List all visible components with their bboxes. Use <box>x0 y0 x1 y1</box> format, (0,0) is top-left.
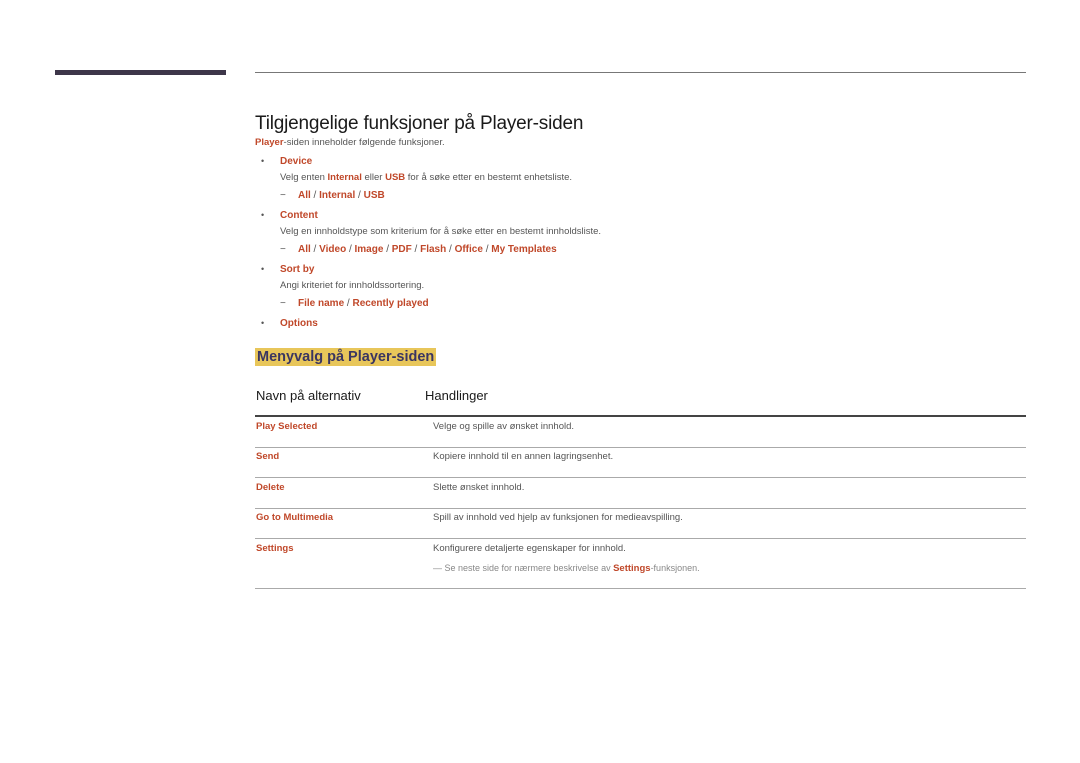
separator: / <box>383 244 392 255</box>
settings-note: — Se neste side for nærmere beskrivelse … <box>433 563 700 574</box>
option: File name <box>298 298 345 309</box>
column-header-actions: Handlinger <box>425 388 488 403</box>
option-name: Send <box>256 451 280 462</box>
desc-highlight: Internal <box>327 172 362 183</box>
section-heading: Menyvalg på Player-siden <box>255 348 437 366</box>
separator: / <box>310 190 320 201</box>
option: PDF <box>391 244 412 255</box>
desc-text: Velg enten <box>280 172 328 183</box>
option: My Templates <box>491 244 557 255</box>
option-name: Play Selected <box>256 421 318 432</box>
option: Recently played <box>352 298 429 309</box>
top-divider <box>255 72 1026 73</box>
intro-rest: -siden inneholder følgende funksjoner. <box>283 137 445 148</box>
intro-text: Player-siden inneholder følgende funksjo… <box>255 137 445 148</box>
intro-highlight: Player <box>255 137 284 148</box>
option-action: Konfigurere detaljerte egenskaper for in… <box>433 543 626 554</box>
option-action: Spill av innhold ved hjelp av funksjonen… <box>433 512 683 523</box>
content-options: − All / Video / Image / PDF / Flash / Off… <box>280 244 557 255</box>
column-header-name: Navn på alternativ <box>256 388 361 403</box>
bullet-label: Sort by <box>280 264 315 275</box>
bullet-icon: • <box>261 318 265 328</box>
desc-text: for å søke etter en bestemt enhetsliste. <box>405 172 573 183</box>
row-divider <box>255 508 1026 509</box>
option: Office <box>454 244 483 255</box>
dash-icon: − <box>280 244 286 255</box>
option-name: Settings <box>256 543 294 554</box>
option: All <box>298 190 311 201</box>
bullet-icon: • <box>261 264 265 274</box>
option: All <box>298 244 311 255</box>
bullet-label: Device <box>280 156 313 167</box>
separator: / <box>446 244 455 255</box>
table-bottom-divider <box>255 588 1026 589</box>
option-action: Velge og spille av ønsket innhold. <box>433 421 575 432</box>
option: Image <box>354 244 384 255</box>
bullet-icon: • <box>261 156 265 166</box>
device-description: Velg enten Internal eller USB for å søke… <box>280 172 572 183</box>
device-options: − All / Internal / USB <box>280 190 385 201</box>
page-marker-bar <box>55 70 226 75</box>
separator: / <box>346 244 355 255</box>
note-text: -funksjonen. <box>650 563 700 573</box>
content-description: Velg en innholdstype som kriterium for å… <box>280 226 602 237</box>
separator: / <box>411 244 421 255</box>
option-action: Slette ønsket innhold. <box>433 482 525 493</box>
bullet-label: Options <box>280 318 318 329</box>
option-action: Kopiere innhold til en annen lagringsenh… <box>433 451 614 462</box>
option: USB <box>363 190 385 201</box>
dash-icon: − <box>280 298 286 309</box>
option: Internal <box>319 190 356 201</box>
note-text: — Se neste side for nærmere beskrivelse … <box>433 563 614 573</box>
bullet-icon: • <box>261 210 265 220</box>
header-divider <box>255 415 1026 417</box>
row-divider <box>255 538 1026 539</box>
desc-highlight: USB <box>385 172 406 183</box>
separator: / <box>310 244 320 255</box>
option: Flash <box>420 244 447 255</box>
dash-icon: − <box>280 190 286 201</box>
row-divider <box>255 447 1026 448</box>
option-name: Delete <box>256 482 285 493</box>
desc-text: eller <box>361 172 386 183</box>
separator: / <box>482 244 492 255</box>
page-title: Tilgjengelige funksjoner på Player-siden <box>255 112 584 134</box>
bullet-label: Content <box>280 210 318 221</box>
separator: / <box>355 190 364 201</box>
sort-by-description: Angi kriteriet for innholdssortering. <box>280 280 425 291</box>
option: Video <box>319 244 347 255</box>
option-name: Go to Multimedia <box>256 512 334 523</box>
sort-by-options: − File name / Recently played <box>280 298 429 309</box>
row-divider <box>255 477 1026 478</box>
note-highlight: Settings <box>613 563 651 574</box>
